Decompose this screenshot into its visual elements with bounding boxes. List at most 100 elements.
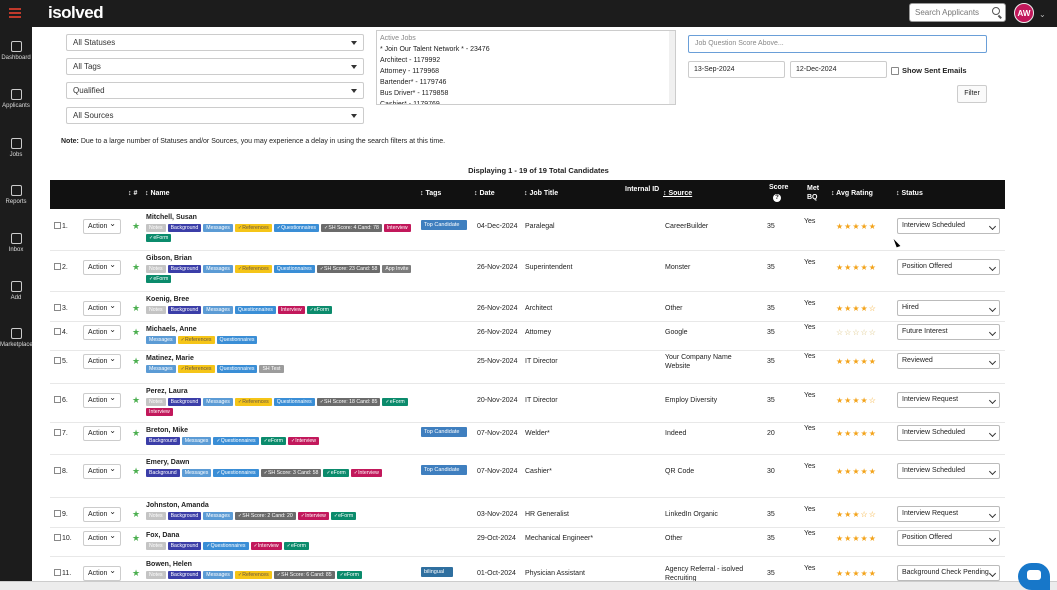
job-option[interactable]: Bus Driver* - 1179858 bbox=[380, 88, 672, 99]
tag-badge[interactable]: Top Candidate bbox=[421, 465, 467, 475]
rating-stars[interactable]: ★★★★★ bbox=[836, 357, 877, 366]
tag-background[interactable]: Background bbox=[167, 265, 202, 273]
candidate-name[interactable]: Fox, Dana bbox=[146, 532, 179, 539]
tag-sh[interactable]: ✓SH Score: 18 Cand: 85 bbox=[316, 398, 381, 406]
help-icon[interactable]: ? bbox=[773, 194, 781, 202]
candidate-name[interactable]: Michaels, Anne bbox=[146, 326, 197, 333]
chevron-down-icon[interactable]: ⌄ bbox=[1039, 10, 1046, 19]
action-dropdown[interactable]: Action bbox=[83, 393, 121, 408]
tag-badge[interactable]: bilingual bbox=[421, 567, 453, 577]
job-question-score-input[interactable]: Job Question Score Above... bbox=[688, 35, 987, 53]
tag-questionnaires[interactable]: ✓Questionnaires bbox=[213, 437, 259, 445]
status-dropdown[interactable]: Background Check Pending bbox=[897, 565, 1000, 581]
status-dropdown[interactable]: Future Interest bbox=[897, 324, 1000, 340]
date-from-input[interactable]: 13-Sep-2024 bbox=[688, 61, 785, 78]
col-name[interactable]: ↕ Name bbox=[145, 190, 170, 197]
tag-notes[interactable]: Notes bbox=[146, 512, 166, 520]
col-job-title[interactable]: ↕ Job Title bbox=[524, 190, 558, 197]
tag-references[interactable]: ✓References bbox=[177, 336, 215, 344]
search-applicants-input[interactable]: Search Applicants bbox=[909, 3, 1006, 22]
tag-questionnaires[interactable]: ✓Questionnaires bbox=[203, 542, 249, 550]
sidebar-item-marketplace[interactable]: Marketplace bbox=[0, 328, 33, 348]
rating-stars[interactable]: ★★★★★ bbox=[836, 263, 877, 272]
action-dropdown[interactable]: Action bbox=[83, 464, 121, 479]
candidate-name[interactable]: Bowen, Helen bbox=[146, 561, 192, 568]
action-dropdown[interactable]: Action bbox=[83, 325, 121, 340]
status-dropdown[interactable]: Interview Request bbox=[897, 392, 1000, 408]
row-checkbox[interactable] bbox=[54, 396, 61, 403]
tag-sh[interactable]: ✓SH Score: 6 Cand: 85 bbox=[273, 571, 335, 579]
show-sent-emails-checkbox[interactable]: Show Sent Emails bbox=[891, 66, 967, 75]
tag-interview[interactable]: ✓Interview bbox=[287, 437, 320, 445]
sidebar-item-jobs[interactable]: Jobs bbox=[0, 138, 32, 158]
avatar[interactable]: AW bbox=[1014, 3, 1034, 23]
tag-eform[interactable]: ✓eForm bbox=[146, 234, 172, 242]
row-checkbox[interactable] bbox=[54, 357, 61, 364]
rating-stars[interactable]: ★★★★★ bbox=[836, 429, 877, 438]
tag-eform[interactable]: ✓eForm bbox=[330, 512, 357, 520]
job-option[interactable]: * Join Our Talent Network * - 23476 bbox=[380, 44, 672, 55]
star-icon[interactable]: ★ bbox=[132, 262, 140, 273]
sidebar-item-dashboard[interactable]: Dashboard bbox=[0, 41, 32, 61]
scrollbar[interactable] bbox=[669, 31, 675, 104]
tag-background[interactable]: Background bbox=[167, 542, 202, 550]
rating-stars[interactable]: ★★★★★ bbox=[836, 569, 877, 578]
tag-notes[interactable]: Notes bbox=[146, 224, 166, 232]
tag-eform[interactable]: ✓eForm bbox=[382, 398, 408, 406]
tag-references[interactable]: ✓References bbox=[234, 571, 272, 579]
star-icon[interactable]: ★ bbox=[132, 303, 140, 314]
row-checkbox[interactable] bbox=[54, 510, 61, 517]
tag-interview[interactable]: ✓Interview bbox=[297, 512, 329, 520]
star-icon[interactable]: ★ bbox=[132, 356, 140, 367]
tag-notes[interactable]: Notes bbox=[146, 542, 166, 550]
sidebar-item-inbox[interactable]: Inbox bbox=[0, 233, 32, 253]
job-option[interactable]: Cashier* - 1179769 bbox=[380, 99, 672, 104]
sidebar-item-applicants[interactable]: Applicants bbox=[0, 89, 32, 109]
tag-questionnaires[interactable]: Questionnaires bbox=[216, 365, 258, 373]
tag-references[interactable]: ✓References bbox=[234, 265, 272, 273]
star-icon[interactable]: ★ bbox=[132, 428, 140, 439]
tag-messages[interactable]: Messages bbox=[146, 365, 176, 373]
status-dropdown[interactable]: Reviewed bbox=[897, 353, 1000, 369]
tag-badge[interactable]: Top Candidate bbox=[421, 220, 467, 230]
tag-messages[interactable]: Messages bbox=[203, 224, 233, 232]
row-checkbox[interactable] bbox=[54, 222, 61, 229]
star-icon[interactable]: ★ bbox=[132, 221, 140, 232]
star-icon[interactable]: ★ bbox=[132, 466, 140, 477]
sources-filter-select[interactable]: All Sources bbox=[66, 107, 364, 124]
candidate-name[interactable]: Koenig, Bree bbox=[146, 296, 189, 303]
tag-eform[interactable]: ✓eForm bbox=[323, 469, 349, 477]
candidate-name[interactable]: Gibson, Brian bbox=[146, 255, 192, 262]
candidate-name[interactable]: Perez, Laura bbox=[146, 388, 188, 395]
tag-background[interactable]: Background bbox=[167, 224, 202, 232]
tag-questionnaires[interactable]: Questionnaires bbox=[273, 265, 315, 273]
tag-background[interactable]: Background bbox=[167, 571, 202, 579]
tag-messages[interactable]: Messages bbox=[203, 306, 233, 314]
tag-questionnaires[interactable]: ✓Questionnaires bbox=[273, 224, 320, 232]
col-avg-rating[interactable]: ↕ Avg Rating bbox=[831, 190, 873, 197]
tag-eform[interactable]: ✓eForm bbox=[306, 306, 332, 314]
tag-background[interactable]: Background bbox=[167, 398, 202, 406]
checkbox[interactable] bbox=[891, 66, 899, 75]
filter-button[interactable]: Filter bbox=[957, 85, 987, 103]
status-filter-select[interactable]: All Statuses bbox=[66, 34, 364, 51]
tag-eform[interactable]: ✓eForm bbox=[260, 437, 286, 445]
tag-references[interactable]: ✓References bbox=[177, 365, 215, 373]
col-score[interactable]: Score bbox=[769, 184, 788, 191]
rating-stars[interactable]: ★★★★☆ bbox=[836, 396, 877, 405]
rating-stars[interactable]: ★★★★★ bbox=[836, 222, 877, 231]
tag-sh[interactable]: ✓SH Score: 23 Cand: 58 bbox=[316, 265, 381, 273]
tag-applink[interactable]: App Invite bbox=[382, 265, 412, 273]
action-dropdown[interactable]: Action bbox=[83, 566, 121, 581]
search-icon[interactable] bbox=[992, 7, 1000, 15]
rating-stars[interactable]: ☆☆☆☆☆ bbox=[836, 328, 877, 337]
tag-messages[interactable]: Messages bbox=[203, 398, 233, 406]
app-logo[interactable]: isolved bbox=[48, 3, 104, 23]
tag-references[interactable]: ✓References bbox=[234, 224, 272, 232]
active-jobs-listbox[interactable]: Active Jobs * Join Our Talent Network * … bbox=[376, 30, 676, 105]
job-option[interactable]: Attorney - 1179968 bbox=[380, 66, 672, 77]
action-dropdown[interactable]: Action bbox=[83, 531, 121, 546]
tag-messages[interactable]: Messages bbox=[181, 469, 212, 477]
row-checkbox[interactable] bbox=[54, 304, 61, 311]
tag-notes[interactable]: Notes bbox=[146, 306, 166, 314]
